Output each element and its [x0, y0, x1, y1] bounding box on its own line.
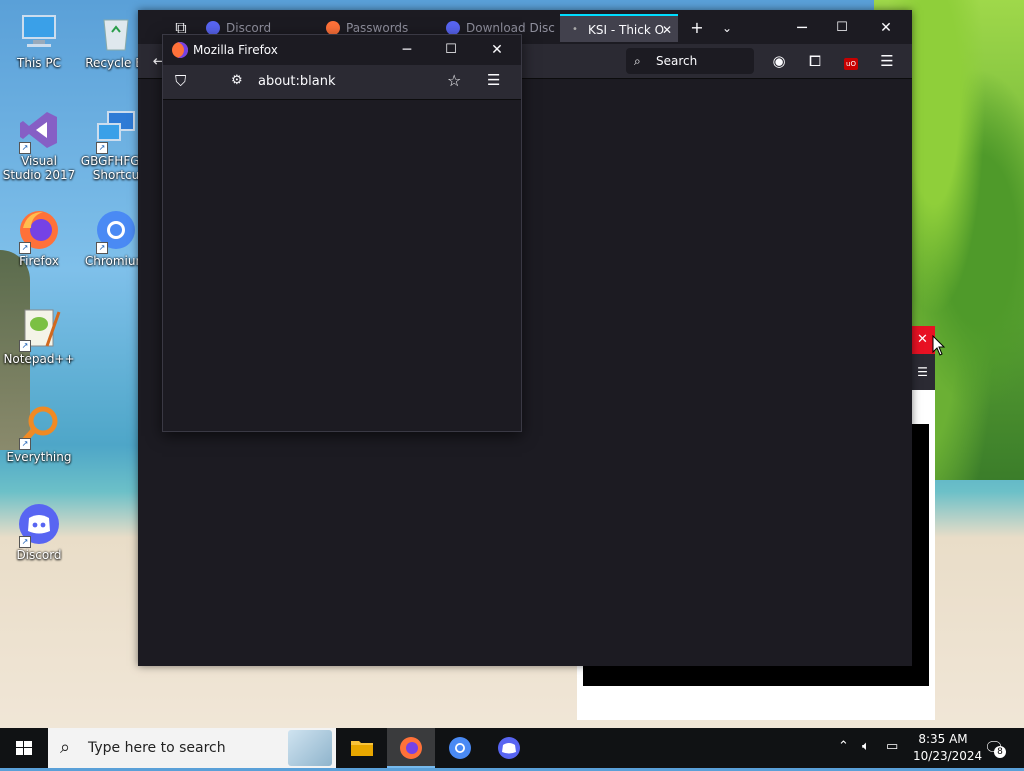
menu-icon[interactable]: ☰ — [487, 71, 500, 89]
bookmark-star-icon[interactable]: ☆ — [447, 71, 461, 90]
ublock-icon[interactable]: uO — [840, 50, 862, 72]
firefox-icon — [326, 21, 340, 35]
everything-search-icon: ↗ — [17, 404, 61, 450]
permissions-icon[interactable]: ⚙ — [231, 73, 243, 88]
desktop-icon-label: Firefox — [19, 254, 59, 268]
taskbar-file-explorer[interactable] — [338, 728, 386, 768]
discord-icon — [498, 737, 520, 759]
tab-label: Discord — [226, 21, 272, 35]
desktop-icon-notepadpp[interactable]: ↗ Notepad++ — [1, 306, 77, 366]
maximize-icon[interactable]: ☐ — [429, 35, 473, 65]
chromium-icon — [449, 737, 471, 759]
volume-icon[interactable]: 🔈︎ — [862, 739, 870, 754]
start-button[interactable] — [0, 728, 48, 768]
url-text[interactable]: about:blank — [258, 74, 336, 89]
search-highlight-image — [288, 730, 332, 766]
desktop-icon-label: Visual Studio 2017 — [2, 154, 76, 182]
minimize-icon[interactable]: ─ — [385, 35, 429, 65]
search-label: Search — [656, 54, 698, 68]
minimize-icon[interactable]: ─ — [782, 14, 822, 42]
folder-icon — [351, 741, 373, 756]
close-tab-icon[interactable]: ✕ — [662, 16, 672, 42]
desktop-icon-visual-studio[interactable]: ↗ Visual Studio 2017 — [1, 108, 77, 182]
desktop-icon-this-pc[interactable]: This PC — [1, 10, 77, 70]
windows-icon — [16, 741, 32, 755]
search-placeholder: Type here to search — [88, 740, 226, 756]
search-icon: ⌕ — [60, 737, 71, 758]
close-icon[interactable]: ✕ — [866, 14, 906, 42]
discord-icon: ↗ — [17, 502, 61, 548]
menu-icon[interactable]: ☰ — [876, 50, 898, 72]
search-icon: ⌕ — [634, 54, 641, 68]
mouse-cursor-icon — [932, 335, 946, 356]
maximize-icon[interactable]: ☐ — [822, 14, 862, 42]
popup-title: Mozilla Firefox — [193, 43, 278, 57]
desktop-icon-label: This PC — [17, 56, 61, 70]
clock-time: 8:35 AM — [918, 732, 968, 746]
firefox-icon — [172, 42, 188, 58]
extensions-icon[interactable]: ⧠ — [804, 50, 826, 72]
tab-ksi[interactable]: • KSI - Thick O ✕ — [560, 14, 678, 42]
notepadpp-icon: ↗ — [17, 306, 61, 352]
taskbar-firefox[interactable] — [387, 728, 435, 768]
dot-icon: • — [572, 24, 578, 35]
desktop-icon-firefox[interactable]: ↗ Firefox — [1, 208, 77, 268]
taskbar-chromium[interactable] — [436, 728, 484, 768]
tab-label: KSI - Thick O — [588, 23, 665, 37]
network-computer-icon: ↗ — [94, 108, 138, 154]
firefox-icon: ↗ — [17, 208, 61, 254]
desktop-icon-everything[interactable]: ↗ Everything — [1, 404, 77, 464]
visual-studio-icon: ↗ — [17, 108, 61, 154]
taskbar-search-input[interactable]: ⌕ Type here to search — [48, 728, 336, 768]
notification-badge: 8 — [994, 746, 1006, 758]
menu-icon[interactable]: ☰ — [910, 354, 935, 390]
network-icon[interactable]: ▭ — [886, 739, 898, 754]
account-icon[interactable]: ◉ — [768, 50, 790, 72]
chromium-icon: ↗ — [94, 208, 138, 254]
desktop-icon-label: Everything — [6, 450, 72, 464]
firefox-popup-window[interactable]: Mozilla Firefox ─ ☐ ✕ ⛉ ⚙ about:blank ☆ … — [162, 34, 522, 432]
monitor-icon — [17, 10, 61, 54]
recycle-bin-icon — [94, 10, 138, 54]
tab-label: Download Disc — [466, 21, 555, 35]
popup-title-bar: Mozilla Firefox ─ ☐ ✕ — [163, 35, 521, 65]
clock[interactable]: 8:35 AM 10/23/2024 — [913, 732, 983, 763]
shield-icon[interactable]: ⛉ — [175, 72, 186, 90]
tray-chevron-up-icon[interactable]: ⌃ — [838, 739, 849, 754]
firefox-icon — [400, 737, 422, 759]
taskbar: ⌕ Type here to search ⌃ 🔈︎ ▭ 8:35 AM 10/… — [0, 728, 1024, 768]
desktop-icon-label: Notepad++ — [3, 352, 75, 366]
chevron-down-icon[interactable]: ⌄ — [712, 14, 742, 42]
clock-date: 10/23/2024 — [913, 749, 983, 763]
desktop-icon-discord[interactable]: ↗ Discord — [1, 502, 77, 562]
discord-icon — [206, 21, 220, 35]
popup-url-bar[interactable]: ⛉ ⚙ about:blank ☆ ☰ — [163, 65, 521, 100]
search-input[interactable]: ⌕ Search — [626, 48, 754, 74]
new-tab-icon[interactable]: + — [682, 14, 712, 42]
notification-center-icon[interactable]: 🗨︎ 8 — [984, 738, 1006, 758]
discord-icon — [446, 21, 460, 35]
close-icon[interactable]: ✕ — [475, 35, 519, 65]
desktop-icon-label: Discord — [16, 548, 62, 562]
taskbar-discord[interactable] — [485, 728, 533, 768]
tab-label: Passwords — [346, 21, 409, 35]
